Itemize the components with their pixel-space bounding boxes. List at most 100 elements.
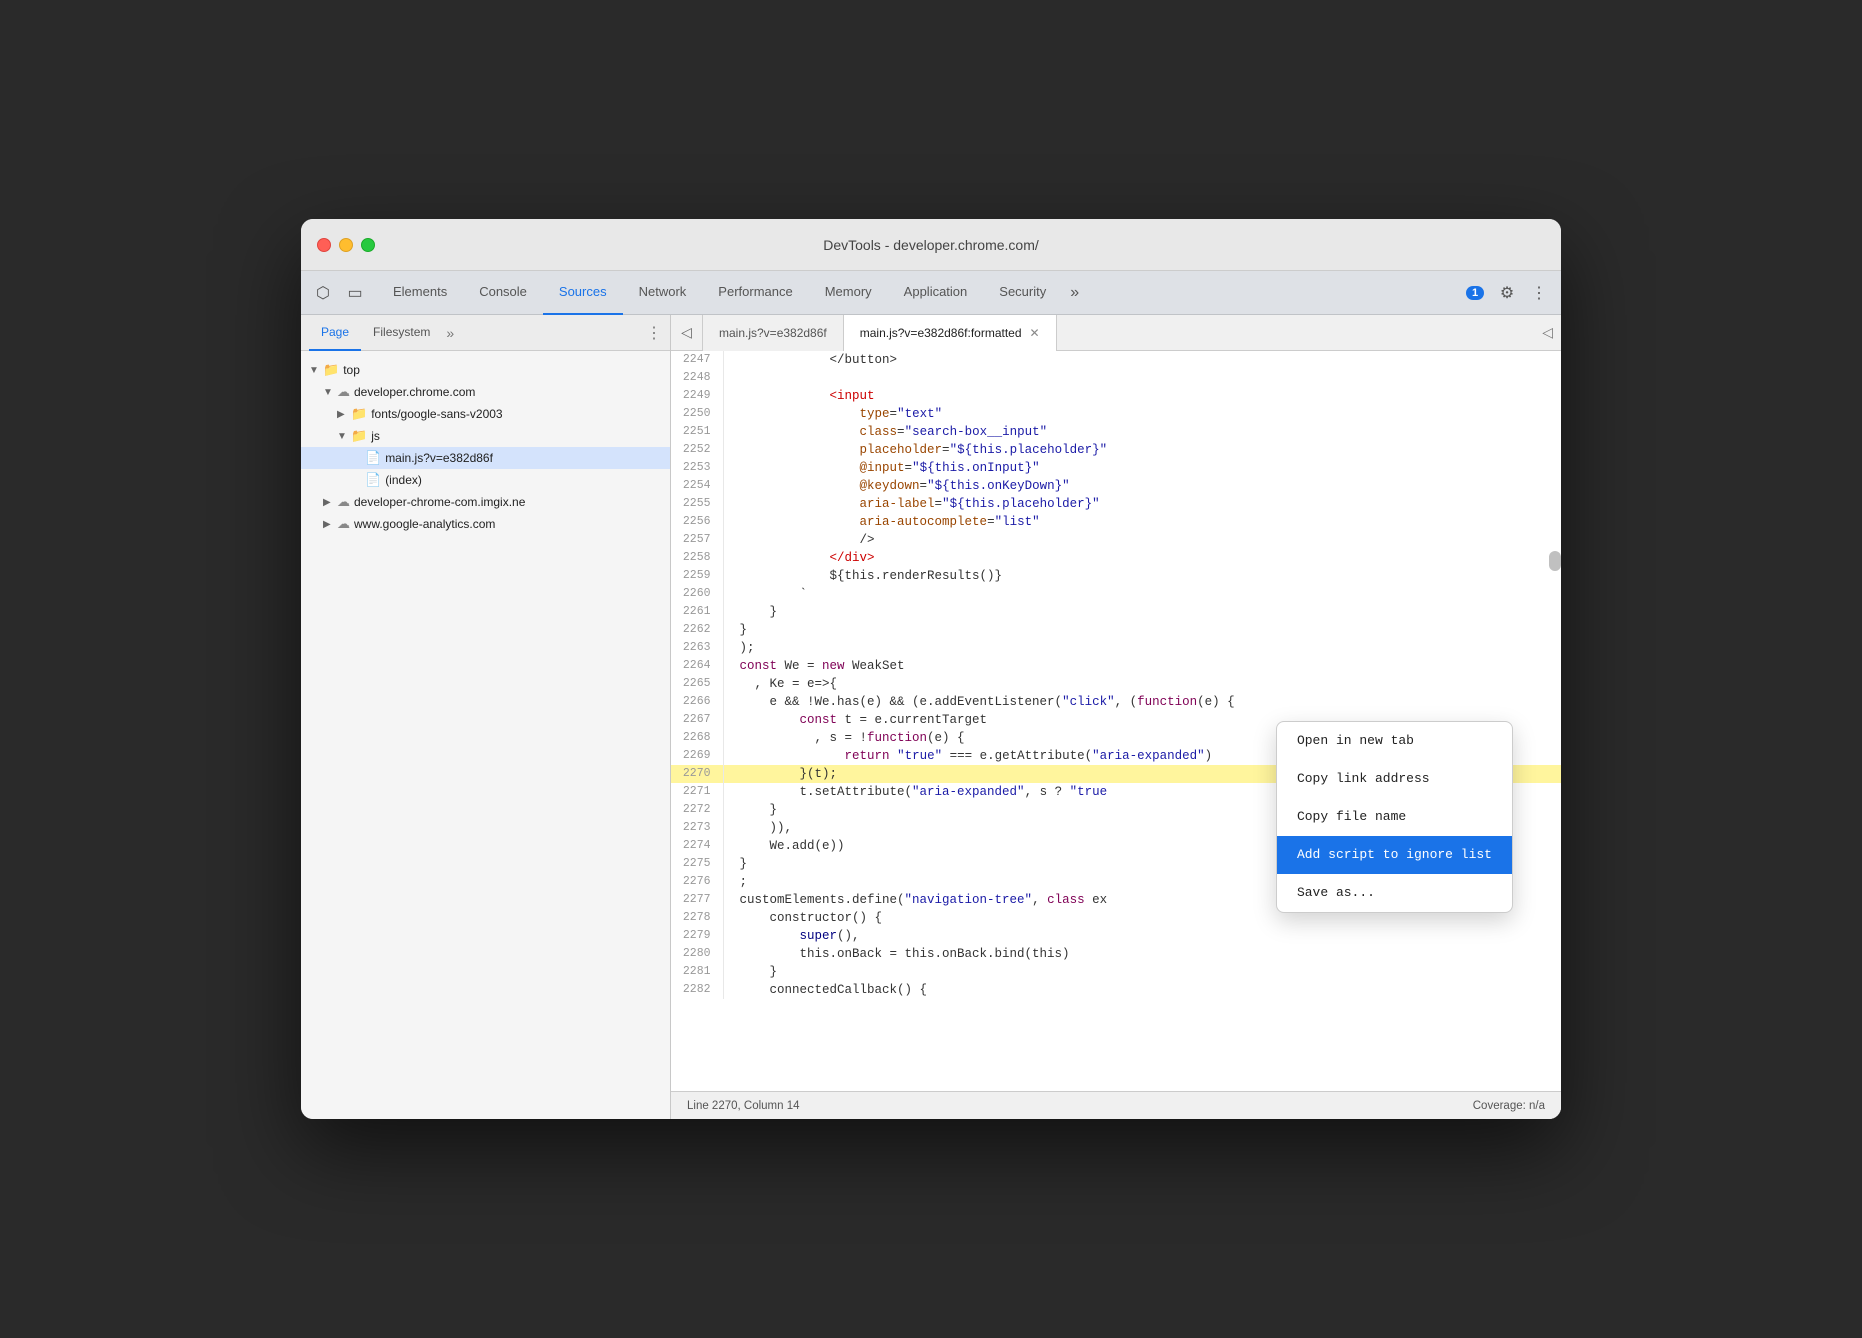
traffic-lights — [317, 238, 375, 252]
tab-sources[interactable]: Sources — [543, 271, 623, 315]
line-code: } — [723, 963, 1561, 981]
line-number: 2276 — [671, 873, 723, 891]
line-number: 2258 — [671, 549, 723, 567]
folder-icon: 📁 — [323, 362, 339, 378]
line-number: 2269 — [671, 747, 723, 765]
sidebar-tab-page[interactable]: Page — [309, 315, 361, 351]
line-number: 2277 — [671, 891, 723, 909]
editor-back-icon[interactable]: ◁ — [671, 315, 703, 351]
code-line: 2260 ` — [671, 585, 1561, 603]
line-number: 2247 — [671, 351, 723, 369]
line-number: 2253 — [671, 459, 723, 477]
code-line: 2258 </div> — [671, 549, 1561, 567]
line-number: 2257 — [671, 531, 723, 549]
line-number: 2255 — [671, 495, 723, 513]
line-code: @keydown="${this.onKeyDown}" — [723, 477, 1561, 495]
tab-network[interactable]: Network — [623, 271, 703, 315]
notification-button[interactable]: 1 — [1461, 279, 1489, 307]
sidebar-tabs: Page Filesystem » ⋮ — [301, 315, 670, 351]
tree-item-analytics[interactable]: ▶ ☁ www.google-analytics.com — [301, 513, 670, 535]
line-number: 2272 — [671, 801, 723, 819]
line-code: aria-autocomplete="list" — [723, 513, 1561, 531]
cursor-icon[interactable]: ⬡ — [309, 279, 337, 307]
devtools-right-icons: 1 ⚙ ⋮ — [1461, 279, 1553, 307]
line-number: 2268 — [671, 729, 723, 747]
tab-list: Elements Console Sources Network Perform… — [377, 271, 1461, 315]
code-line: 2264 const We = new WeakSet — [671, 657, 1561, 675]
code-line: 2280 this.onBack = this.onBack.bind(this… — [671, 945, 1561, 963]
editor-collapse-icon[interactable]: ◁ — [1542, 324, 1553, 341]
editor-tab-formatted[interactable]: main.js?v=e382d86f:formatted ✕ — [844, 315, 1057, 351]
sidebar-tabs-more[interactable]: » — [446, 325, 454, 341]
sidebar-menu-icon[interactable]: ⋮ — [646, 323, 662, 343]
line-code: e && !We.has(e) && (e.addEventListener("… — [723, 693, 1561, 711]
sidebar-content: ▼ 📁 top ▼ ☁ developer.chrome.com ▶ 📁 fon… — [301, 351, 670, 1119]
ctx-copy-link[interactable]: Copy link address — [1277, 760, 1512, 798]
minimize-button[interactable] — [339, 238, 353, 252]
tab-more-icon[interactable]: » — [1062, 271, 1087, 315]
tree-item-index[interactable]: 📄 (index) — [301, 469, 670, 491]
code-line: 2259 ${this.renderResults()} — [671, 567, 1561, 585]
line-number: 2260 — [671, 585, 723, 603]
line-code: const We = new WeakSet — [723, 657, 1561, 675]
line-number: 2254 — [671, 477, 723, 495]
line-code — [723, 369, 1561, 387]
editor-tabs: ◁ main.js?v=e382d86f main.js?v=e382d86f:… — [671, 315, 1561, 351]
code-line: 2251 class="search-box__input" — [671, 423, 1561, 441]
close-button[interactable] — [317, 238, 331, 252]
line-number: 2280 — [671, 945, 723, 963]
code-line: 2265 , Ke = e=>{ — [671, 675, 1561, 693]
line-code: } — [723, 621, 1561, 639]
ctx-open-new-tab[interactable]: Open in new tab — [1277, 722, 1512, 760]
editor-tab-mainjs[interactable]: main.js?v=e382d86f — [703, 315, 844, 351]
tree-item-devchrome[interactable]: ▼ ☁ developer.chrome.com — [301, 381, 670, 403]
line-code: placeholder="${this.placeholder}" — [723, 441, 1561, 459]
scrollbar[interactable] — [1549, 551, 1561, 571]
line-number: 2262 — [671, 621, 723, 639]
file-icon: 📄 — [365, 450, 381, 466]
maximize-button[interactable] — [361, 238, 375, 252]
cloud-icon: ☁ — [337, 384, 350, 400]
tree-item-fonts[interactable]: ▶ 📁 fonts/google-sans-v2003 — [301, 403, 670, 425]
tab-performance[interactable]: Performance — [702, 271, 808, 315]
notification-badge: 1 — [1466, 286, 1484, 300]
tab-security[interactable]: Security — [983, 271, 1062, 315]
more-options-icon[interactable]: ⋮ — [1525, 279, 1553, 307]
ctx-save-as[interactable]: Save as... — [1277, 874, 1512, 912]
tree-item-top[interactable]: ▼ 📁 top — [301, 359, 670, 381]
tab-memory[interactable]: Memory — [809, 271, 888, 315]
tree-item-label: www.google-analytics.com — [354, 517, 495, 531]
tree-item-imgix[interactable]: ▶ ☁ developer-chrome-com.imgix.ne — [301, 491, 670, 513]
line-code: connectedCallback() { — [723, 981, 1561, 999]
toolbar-icons: ⬡ ▭ — [309, 279, 369, 307]
tab-application[interactable]: Application — [888, 271, 984, 315]
devtools-window: DevTools - developer.chrome.com/ ⬡ ▭ Ele… — [301, 219, 1561, 1119]
tab-elements[interactable]: Elements — [377, 271, 463, 315]
code-line: 2263 ); — [671, 639, 1561, 657]
line-number: 2256 — [671, 513, 723, 531]
editor-tab-label: main.js?v=e382d86f:formatted — [860, 326, 1022, 340]
settings-icon[interactable]: ⚙ — [1493, 279, 1521, 307]
ctx-copy-filename[interactable]: Copy file name — [1277, 798, 1512, 836]
code-line: 2250 type="text" — [671, 405, 1561, 423]
line-number: 2282 — [671, 981, 723, 999]
cloud-icon: ☁ — [337, 494, 350, 510]
arrow-icon: ▶ — [337, 409, 351, 420]
code-line: 2282 connectedCallback() { — [671, 981, 1561, 999]
tab-console[interactable]: Console — [463, 271, 543, 315]
tree-item-mainjs[interactable]: 📄 main.js?v=e382d86f — [301, 447, 670, 469]
line-code: @input="${this.onInput}" — [723, 459, 1561, 477]
line-number: 2250 — [671, 405, 723, 423]
device-icon[interactable]: ▭ — [341, 279, 369, 307]
window-title: DevTools - developer.chrome.com/ — [823, 237, 1039, 253]
line-code: ` — [723, 585, 1561, 603]
tab-close-icon[interactable]: ✕ — [1030, 326, 1040, 340]
code-line: 2256 aria-autocomplete="list" — [671, 513, 1561, 531]
sidebar-tab-filesystem[interactable]: Filesystem — [361, 315, 442, 351]
code-line: 2255 aria-label="${this.placeholder}" — [671, 495, 1561, 513]
ctx-add-ignore[interactable]: Add script to ignore list — [1277, 836, 1512, 874]
tree-item-js[interactable]: ▼ 📁 js — [301, 425, 670, 447]
context-menu: Open in new tab Copy link address Copy f… — [1276, 721, 1513, 913]
code-container[interactable]: 2247 </button> 2248 2249 <input — [671, 351, 1561, 1091]
tree-item-label: developer-chrome-com.imgix.ne — [354, 495, 525, 509]
